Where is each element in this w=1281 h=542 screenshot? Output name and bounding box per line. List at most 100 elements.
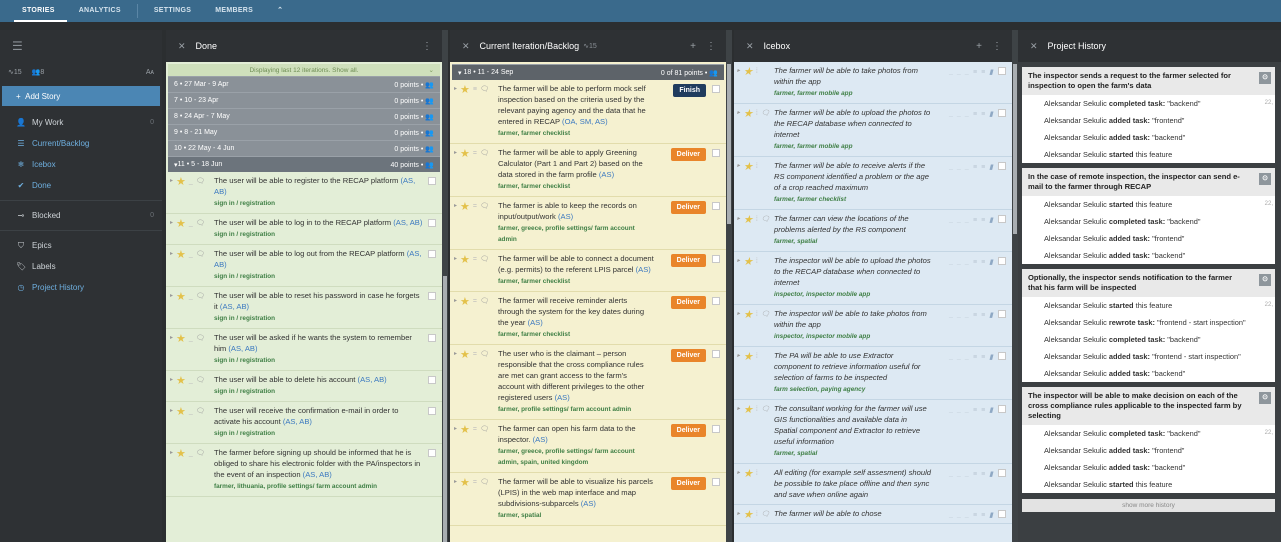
expand-arrow-icon[interactable]: ▸: [737, 509, 740, 520]
expand-arrow-icon[interactable]: ▸: [170, 249, 173, 260]
iterations-banner[interactable]: Displaying last 12 iterations. Show all.…: [168, 64, 440, 76]
expand-arrow-icon[interactable]: ▸: [170, 448, 173, 459]
story-item[interactable]: ▸ ★ = 🗨 The farmer can open his farm data to…: [450, 420, 726, 473]
show-more-history-button[interactable]: show more history: [1022, 499, 1275, 512]
close-icon[interactable]: ✕: [462, 41, 470, 52]
select-checkbox[interactable]: [998, 469, 1006, 477]
story-labels[interactable]: farmer, greece, profile settings/ farm a…: [498, 223, 654, 245]
estimate-selector[interactable]: _ _ _ ≡ ≡ ▮: [950, 67, 994, 78]
history-card-title[interactable]: Optionally, the inspector sends notifica…: [1022, 269, 1275, 297]
story-labels[interactable]: sign in / registration: [214, 198, 424, 209]
add-icon[interactable]: +: [690, 41, 696, 52]
story-labels[interactable]: farmer, spatial: [774, 448, 932, 459]
story-owners[interactable]: (AS): [581, 499, 596, 508]
story-labels[interactable]: farmer, farmer checklist: [498, 276, 654, 287]
iteration-header[interactable]: ▾ 18 • 11 - 24 Sep 0 of 81 points • 👥: [452, 64, 724, 80]
tab-analytics[interactable]: ANALYTICS: [67, 0, 133, 22]
select-checkbox[interactable]: [428, 219, 436, 227]
story-labels[interactable]: farmer, farmer mobile app: [774, 141, 932, 152]
font-size-icon[interactable]: Aᴀ: [146, 69, 154, 76]
story-labels[interactable]: sign in / registration: [214, 229, 424, 240]
menu-icon[interactable]: ☰: [0, 30, 162, 62]
expand-arrow-icon[interactable]: ▸: [454, 477, 457, 488]
story-labels[interactable]: sign in / registration: [214, 271, 424, 282]
view-story-icon[interactable]: ⊙: [1259, 392, 1271, 404]
deliver-button[interactable]: Deliver: [670, 148, 706, 161]
add-story-button[interactable]: + Add Story: [2, 86, 160, 106]
expand-arrow-icon[interactable]: ▸: [170, 375, 173, 386]
sidebar-item-my-work[interactable]: 👤 My Work 0: [0, 112, 162, 133]
story-labels[interactable]: farmer, greece, profile settings/ farm a…: [498, 446, 654, 468]
select-checkbox[interactable]: [712, 202, 720, 210]
estimate-selector[interactable]: _ _ _ ≡ ≡ ▮: [950, 405, 994, 416]
select-checkbox[interactable]: [712, 297, 720, 305]
select-checkbox[interactable]: [428, 292, 436, 300]
expand-arrow-icon[interactable]: ▸: [454, 148, 457, 159]
select-checkbox[interactable]: [998, 257, 1006, 265]
more-icon[interactable]: ⌃: [265, 0, 295, 22]
story-item[interactable]: ▸ ★ _ 🗨 The user will be able to reset his p…: [166, 287, 442, 329]
story-owners[interactable]: (AS): [555, 393, 570, 402]
add-icon[interactable]: +: [976, 41, 982, 52]
select-checkbox[interactable]: [428, 334, 436, 342]
story-labels[interactable]: farmer, spatial: [774, 236, 932, 247]
select-checkbox[interactable]: [998, 310, 1006, 318]
expand-arrow-icon[interactable]: ▸: [454, 296, 457, 307]
select-checkbox[interactable]: [998, 405, 1006, 413]
history-card-title[interactable]: The inspector will be able to make decis…: [1022, 387, 1275, 425]
view-story-icon[interactable]: ⊙: [1259, 173, 1271, 185]
select-checkbox[interactable]: [428, 177, 436, 185]
story-item[interactable]: ▸ ★ = 🗨 The farmer will be able to apply Gre…: [450, 144, 726, 197]
story-owners[interactable]: (AS, AB): [358, 375, 387, 384]
select-checkbox[interactable]: [712, 350, 720, 358]
expand-arrow-icon[interactable]: ▸: [737, 404, 740, 415]
select-checkbox[interactable]: [712, 478, 720, 486]
expand-arrow-icon[interactable]: ▸: [170, 406, 173, 417]
story-item[interactable]: ▸ ★ = 🗨 The farmer will be able to visualize…: [450, 473, 726, 526]
iteration-header[interactable]: 8 • 24 Apr - 7 May 0 points • 👥: [168, 108, 440, 124]
scroll-thumb[interactable]: [1013, 64, 1017, 234]
tab-settings[interactable]: SETTINGS: [142, 0, 203, 22]
story-item[interactable]: ▸ ★ ⁞ The farmer will be able to take photo…: [734, 62, 1012, 104]
expand-arrow-icon[interactable]: ▸: [737, 214, 740, 225]
view-story-icon[interactable]: ⊙: [1259, 72, 1271, 84]
tab-members[interactable]: MEMBERS: [203, 0, 265, 22]
history-card-title[interactable]: The inspector sends a request to the far…: [1022, 67, 1275, 95]
scroll-thumb[interactable]: [443, 276, 447, 542]
select-checkbox[interactable]: [428, 376, 436, 384]
story-labels[interactable]: farmer, farmer checklist: [498, 128, 654, 139]
select-checkbox[interactable]: [712, 85, 720, 93]
select-checkbox[interactable]: [998, 109, 1006, 117]
story-owners[interactable]: (AS, AB): [228, 344, 257, 353]
iteration-header[interactable]: 9 • 8 - 21 May 0 points • 👥: [168, 124, 440, 140]
story-item[interactable]: ▸ ★ ≡ 🗨 The farmer will be able to perform m…: [450, 80, 726, 144]
story-labels[interactable]: sign in / registration: [214, 428, 424, 439]
select-checkbox[interactable]: [998, 352, 1006, 360]
deliver-button[interactable]: Deliver: [670, 296, 706, 309]
story-item[interactable]: ▸ ★ _ 🗨 The user will be asked if he wants t…: [166, 329, 442, 371]
story-item[interactable]: ▸ ★ = 🗨 The farmer will be able to connect a…: [450, 250, 726, 292]
story-owners[interactable]: (AS): [528, 318, 543, 327]
story-item[interactable]: ▸ ★ _ 🗨 The user will be able to log out fro…: [166, 245, 442, 287]
story-labels[interactable]: inspector, inspector mobile app: [774, 289, 932, 300]
story-item[interactable]: ▸ ★ ⁞ The inspector will be able to upload …: [734, 252, 1012, 305]
story-owners[interactable]: (AS): [533, 435, 548, 444]
current-scrollbar[interactable]: [726, 30, 732, 542]
expand-arrow-icon[interactable]: ▸: [454, 254, 457, 265]
expand-arrow-icon[interactable]: ▸: [454, 201, 457, 212]
select-checkbox[interactable]: [712, 255, 720, 263]
story-owners[interactable]: (AS, AB): [393, 218, 422, 227]
estimate-selector[interactable]: _ _ _ ≡ ≡ ▮: [950, 109, 994, 120]
story-item[interactable]: ▸ ★ _ 🗨 The farmer before signing up should …: [166, 444, 442, 497]
expand-arrow-icon[interactable]: ▸: [170, 176, 173, 187]
story-item[interactable]: ▸ ★ ⁞ 🗨 The consultant working for the farme…: [734, 400, 1012, 464]
expand-arrow-icon[interactable]: ▸: [737, 66, 740, 77]
story-owners[interactable]: (AS): [558, 212, 573, 221]
story-item[interactable]: ▸ ★ = 🗨 The user who is the claimant – perso…: [450, 345, 726, 420]
story-labels[interactable]: sign in / registration: [214, 313, 424, 324]
story-owners[interactable]: (AS, AB): [303, 470, 332, 479]
expand-arrow-icon[interactable]: ▸: [737, 108, 740, 119]
close-icon[interactable]: ✕: [178, 41, 186, 52]
story-labels[interactable]: farmer, lithuania, profile settings/ far…: [214, 481, 424, 492]
more-vertical-icon[interactable]: ⋮: [422, 41, 432, 52]
